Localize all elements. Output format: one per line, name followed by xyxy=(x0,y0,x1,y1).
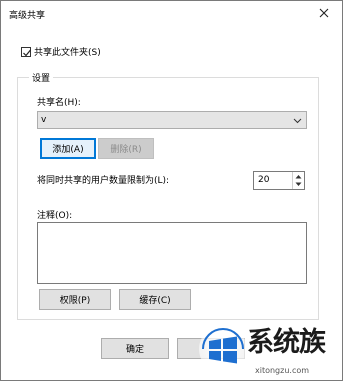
share-folder-label: 共享此文件夹(S) xyxy=(34,48,101,58)
close-icon[interactable] xyxy=(316,5,332,21)
spinner-arrows[interactable] xyxy=(292,172,304,189)
permissions-button[interactable]: 权限(P) xyxy=(39,289,111,310)
share-name-label: 共享名(H): xyxy=(37,98,81,108)
caching-button-label: 缓存(C) xyxy=(139,296,171,306)
user-limit-label: 将同时共享的用户数量限制为(L): xyxy=(37,176,170,186)
comment-label: 注释(O): xyxy=(37,211,73,221)
permissions-button-label: 权限(P) xyxy=(59,296,91,306)
add-button-label: 添加(A) xyxy=(52,145,84,155)
watermark: 系统族 xitongzu.com xyxy=(197,319,343,381)
checkbox-checked-icon[interactable] xyxy=(21,46,31,57)
share-name-dropdown[interactable]: v xyxy=(37,111,307,129)
chevron-down-icon xyxy=(293,116,302,128)
delete-button[interactable]: 删除(R) xyxy=(98,138,154,159)
delete-button-label: 删除(R) xyxy=(110,145,142,155)
share-folder-checkbox[interactable]: 共享此文件夹(S) xyxy=(21,45,101,58)
watermark-text: 系统族 xyxy=(247,327,326,358)
spinner-down-icon[interactable] xyxy=(293,180,304,188)
spinner-up-icon[interactable] xyxy=(293,172,304,180)
title-bar: 高级共享 xyxy=(1,1,342,27)
settings-group-title: 设置 xyxy=(29,71,54,84)
user-limit-spinner[interactable]: 20 xyxy=(253,171,305,190)
advanced-sharing-dialog: 高级共享 共享此文件夹(S) 设置 共享名(H): v 添加(A) 删除(R) … xyxy=(0,0,343,381)
comment-textarea[interactable] xyxy=(37,222,307,284)
ok-button[interactable]: 确定 xyxy=(101,338,169,359)
share-name-value: v xyxy=(41,115,47,125)
window-title: 高级共享 xyxy=(9,11,46,21)
watermark-url: xitongzu.com xyxy=(255,366,310,375)
add-button[interactable]: 添加(A) xyxy=(40,138,96,159)
ok-button-label: 确定 xyxy=(125,345,144,355)
caching-button[interactable]: 缓存(C) xyxy=(119,289,191,310)
user-limit-value[interactable]: 20 xyxy=(258,175,269,185)
